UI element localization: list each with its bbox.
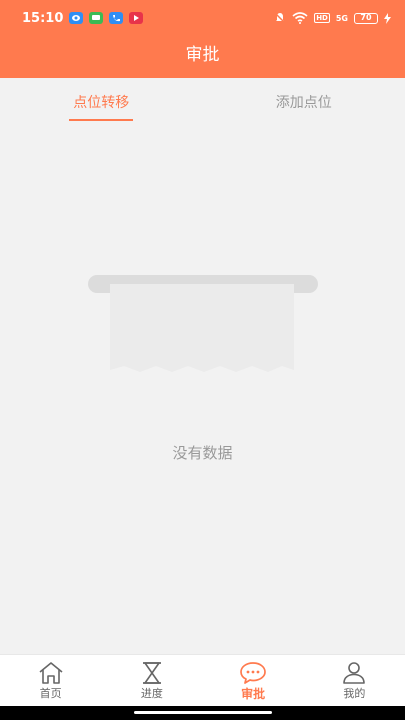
eye-app-icon xyxy=(69,12,84,24)
tabbar-label-approval: 审批 xyxy=(241,687,266,701)
tabbar-label-mine: 我的 xyxy=(343,687,366,700)
tab-add-point[interactable]: 添加点位 xyxy=(203,78,405,126)
tabbar-item-mine[interactable]: 我的 xyxy=(304,655,405,706)
tab-bar-top: 点位转移 添加点位 xyxy=(0,78,405,126)
home-indicator[interactable] xyxy=(134,711,272,714)
hd-badge: HD xyxy=(314,13,330,23)
page-title: 审批 xyxy=(185,45,220,65)
tabbar-label-home: 首页 xyxy=(39,687,62,700)
status-bar: 15:10 HD 5G 70 xyxy=(0,0,405,36)
signal-label: 5G xyxy=(335,13,348,23)
empty-receipt-icon xyxy=(88,275,318,372)
status-time: 15:10 xyxy=(22,10,64,26)
charging-icon xyxy=(384,12,391,24)
tabbar-label-progress: 进度 xyxy=(140,687,163,700)
bottom-tabbar: 首页 进度 审批 我的 xyxy=(0,654,405,706)
empty-state-text: 没有数据 xyxy=(172,444,233,462)
hourglass-icon xyxy=(142,662,161,684)
tabbar-item-progress[interactable]: 进度 xyxy=(101,655,202,706)
video-app-icon xyxy=(129,12,144,24)
mute-bell-icon xyxy=(274,12,286,24)
tabbar-item-home[interactable]: 首页 xyxy=(0,655,101,706)
system-nav-bar xyxy=(0,706,405,720)
home-icon xyxy=(39,662,63,684)
tabbar-item-approval[interactable]: 审批 xyxy=(203,655,304,706)
chat-icon xyxy=(240,662,266,684)
phone-app-icon xyxy=(109,12,124,24)
battery-indicator: 70 xyxy=(354,12,378,24)
user-icon xyxy=(343,662,366,684)
active-tab-indicator xyxy=(69,119,133,121)
app-header: 15:10 HD 5G 70 审批 xyxy=(0,0,405,78)
message-app-icon xyxy=(89,12,104,24)
wifi-icon xyxy=(292,12,308,24)
